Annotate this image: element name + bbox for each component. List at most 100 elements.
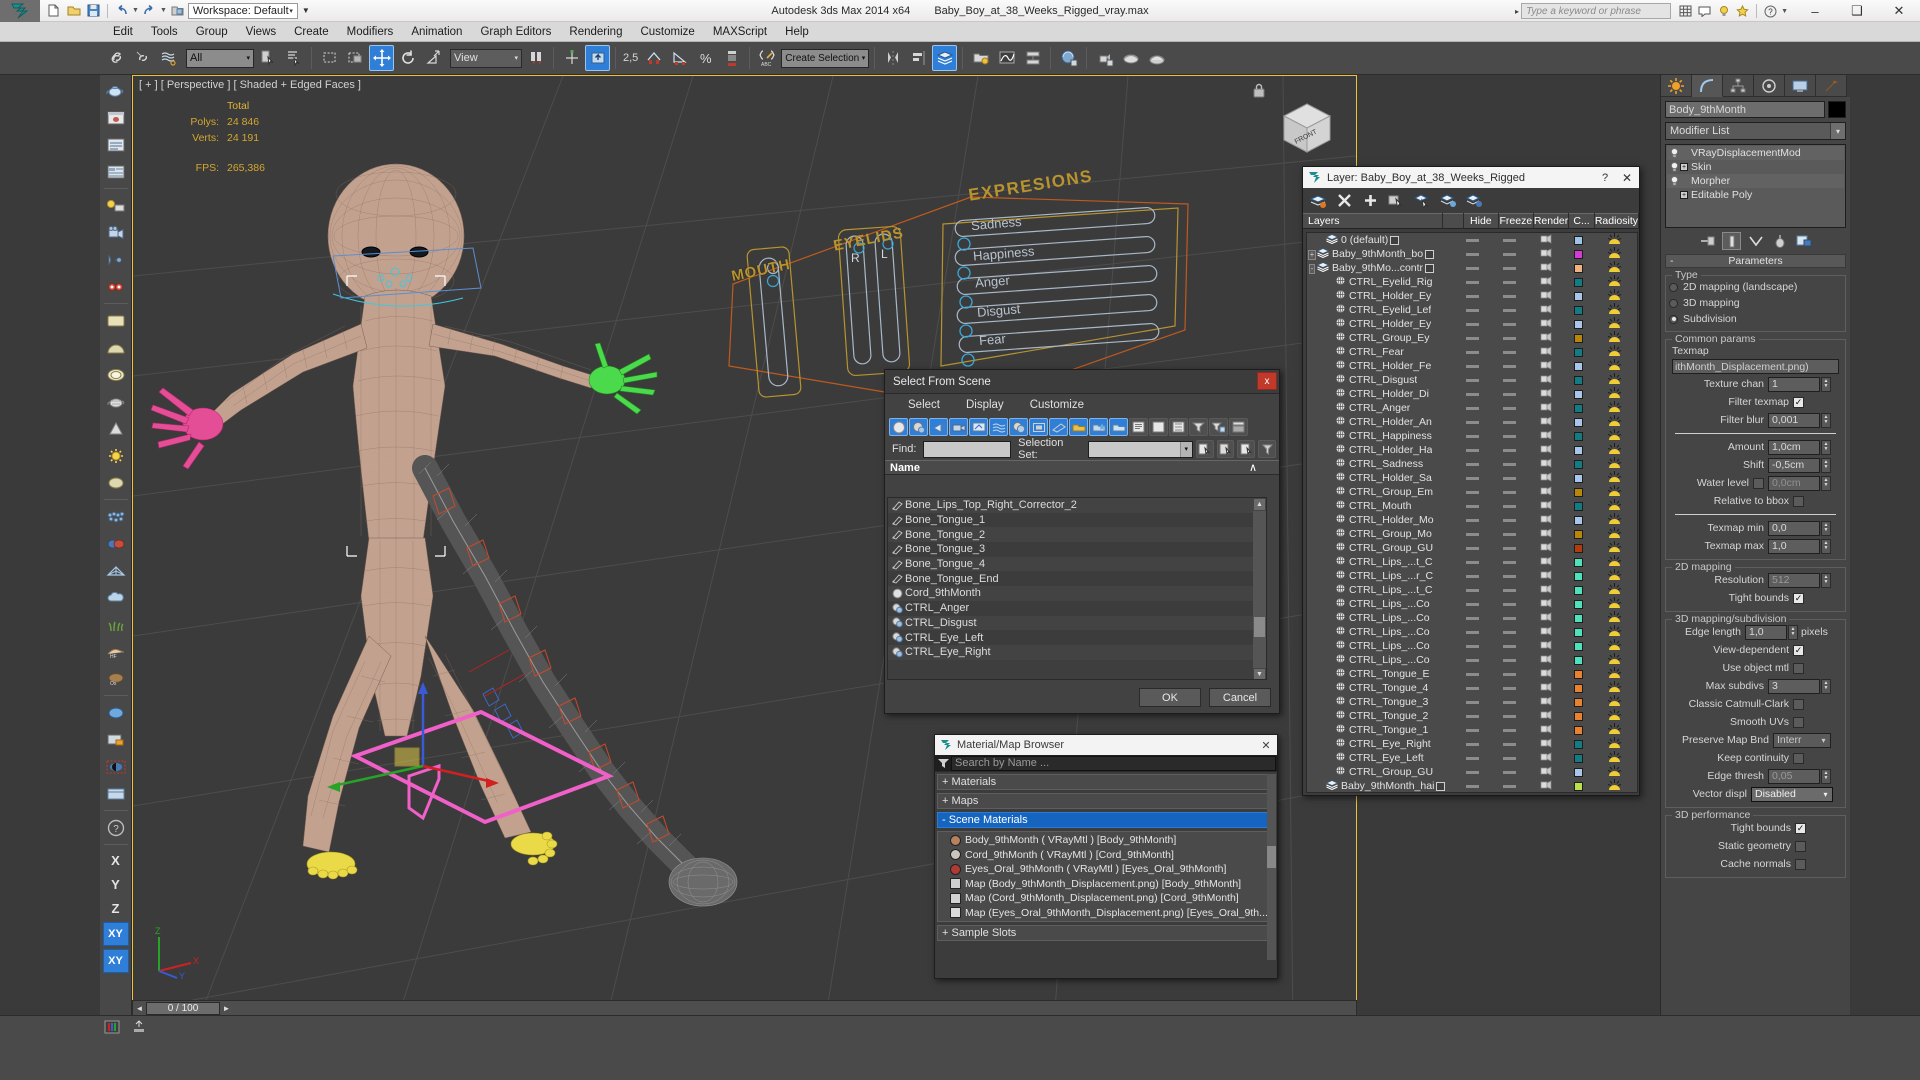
layer-radiosity-cell[interactable] — [1592, 582, 1637, 598]
type-option-row[interactable]: 2D mapping (landscape) — [1669, 280, 1842, 294]
sfs-list-item[interactable]: CTRL_Anger — [888, 600, 1266, 616]
layer-column-1[interactable] — [1443, 213, 1464, 229]
layer-hide-cell[interactable] — [1454, 336, 1491, 340]
filter-geometry-icon[interactable] — [889, 418, 908, 436]
layer-hide-cell[interactable] — [1454, 518, 1491, 522]
layer-hide-cell[interactable] — [1454, 504, 1491, 508]
layer-hide-cell[interactable] — [1454, 448, 1491, 452]
layer-hide-cell[interactable] — [1454, 392, 1491, 396]
layer-radiosity-cell[interactable] — [1592, 750, 1637, 766]
layer-expand-toggle[interactable]: - — [1307, 263, 1317, 274]
bulb-icon[interactable] — [1715, 3, 1732, 20]
layer-color-cell[interactable] — [1565, 459, 1592, 469]
cancel-button[interactable]: Cancel — [1209, 688, 1271, 707]
sfs-list-item[interactable]: Cord_9thMonth — [888, 586, 1266, 601]
mmb-material-item[interactable]: Eyes_Oral_9thMonth ( VRayMtl ) [Eyes_Ora… — [950, 862, 1273, 877]
layer-row[interactable]: CTRL_Holder_Ey — [1307, 288, 1637, 303]
layer-render-cell[interactable] — [1528, 233, 1565, 247]
layer-row[interactable]: CTRL_Tongue_4 — [1307, 680, 1637, 695]
layer-render-cell[interactable] — [1528, 583, 1565, 597]
layer-row[interactable]: CTRL_Lips_...Co — [1307, 610, 1637, 625]
layer-freeze-cell[interactable] — [1491, 574, 1528, 578]
layer-render-cell[interactable] — [1528, 653, 1565, 667]
scroll-up-icon[interactable]: ▲ — [1253, 498, 1266, 511]
spinner-snap-toggle-icon[interactable] — [719, 45, 744, 71]
make-unique-icon[interactable] — [1746, 232, 1765, 250]
layer-row[interactable]: CTRL_Lips_...Co — [1307, 596, 1637, 611]
modifier-stack-item[interactable]: + Skin — [1667, 160, 1844, 174]
rectangular-selection-region-icon[interactable] — [317, 45, 342, 71]
layer-hide-cell[interactable] — [1454, 658, 1491, 662]
layer-radiosity-cell[interactable] — [1592, 694, 1637, 710]
open-curve-editor-icon[interactable] — [100, 1017, 124, 1036]
layer-color-cell[interactable] — [1565, 263, 1592, 273]
layer-radiosity-cell[interactable] — [1592, 246, 1637, 262]
layer-freeze-cell[interactable] — [1491, 728, 1528, 732]
vray-sphere-icon[interactable] — [102, 699, 130, 726]
layer-color-cell[interactable] — [1565, 487, 1592, 497]
layer-color-cell[interactable] — [1565, 375, 1592, 385]
layer-render-cell[interactable] — [1528, 303, 1565, 317]
open-file-icon[interactable] — [64, 1, 83, 20]
layer-radiosity-cell[interactable] — [1592, 793, 1637, 794]
sfs-menu-select[interactable]: Select — [895, 394, 953, 416]
layer-freeze-cell[interactable] — [1491, 308, 1528, 312]
filter-lights-icon[interactable] — [929, 418, 948, 436]
layer-color-cell[interactable] — [1565, 669, 1592, 679]
layer-radiosity-cell[interactable] — [1592, 386, 1637, 402]
layer-radiosity-cell[interactable] — [1592, 442, 1637, 458]
tab-modify[interactable] — [1692, 75, 1723, 97]
layer-hide-cell[interactable] — [1454, 476, 1491, 480]
redo-icon[interactable] — [140, 1, 159, 20]
layer-color-cell[interactable] — [1565, 753, 1592, 763]
layer-render-cell[interactable] — [1528, 289, 1565, 303]
layer-render-cell[interactable] — [1528, 485, 1565, 499]
filter-funnel-icon[interactable] — [1189, 418, 1208, 436]
layer-row[interactable]: CTRL_Eye_Right — [1307, 736, 1637, 751]
menu-item-help[interactable]: Help — [776, 22, 818, 42]
layer-freeze-cell[interactable] — [1491, 644, 1528, 648]
layer-properties-icon[interactable] — [1464, 191, 1484, 211]
sfs-list-item[interactable]: CTRL_Eye_Left — [888, 630, 1266, 645]
edge-thresh-input[interactable]: 0,05 — [1768, 768, 1820, 784]
unlink-selection-icon[interactable] — [130, 45, 155, 71]
layer-color-cell[interactable] — [1565, 319, 1592, 329]
select-object-icon[interactable] — [255, 45, 280, 71]
mirror-icon[interactable] — [880, 45, 905, 71]
layer-close-button[interactable]: ✕ — [1615, 171, 1639, 185]
menu-item-maxscript[interactable]: MAXScript — [704, 22, 776, 42]
create-teapot-primitive-icon[interactable] — [102, 388, 130, 415]
align-icon[interactable] — [906, 45, 931, 71]
layer-freeze-cell[interactable] — [1491, 518, 1528, 522]
filter-shapes-icon[interactable] — [909, 418, 928, 436]
layer-color-cell[interactable] — [1565, 571, 1592, 581]
cache-normals-checkbox[interactable] — [1795, 858, 1806, 870]
layer-hide-cell[interactable] — [1454, 742, 1491, 746]
preserve-map-dropdown[interactable]: Interr ▾ — [1773, 732, 1831, 748]
layer-color-cell[interactable] — [1565, 249, 1592, 259]
radio-unselected-icon[interactable] — [1669, 282, 1678, 292]
type-option-row[interactable]: 3D mapping — [1669, 296, 1842, 310]
layer-freeze-cell[interactable] — [1491, 406, 1528, 410]
layer-render-cell[interactable] — [1528, 709, 1565, 723]
sfs-list-item[interactable]: Bone_Tongue_1 — [888, 512, 1266, 528]
layer-color-cell[interactable] — [1565, 347, 1592, 357]
create-camera-icon[interactable] — [102, 219, 130, 246]
layer-render-cell[interactable] — [1528, 415, 1565, 429]
layer-row[interactable]: Baby_9thMonth_hai — [1307, 778, 1637, 792]
layer-hide-cell[interactable] — [1454, 406, 1491, 410]
layer-radiosity-cell[interactable] — [1592, 554, 1637, 570]
angle-snap-toggle-icon[interactable] — [667, 45, 692, 71]
selection-set-combo[interactable]: ▾ — [1088, 440, 1193, 458]
layer-radiosity-cell[interactable] — [1592, 330, 1637, 346]
layer-hide-cell[interactable] — [1454, 672, 1491, 676]
layer-row[interactable]: CTRL_Lips_...Co — [1307, 624, 1637, 639]
layer-color-cell[interactable] — [1565, 361, 1592, 371]
layer-radiosity-cell[interactable] — [1592, 233, 1637, 248]
layer-hide-cell[interactable] — [1454, 728, 1491, 732]
light-bulb-icon[interactable] — [1669, 176, 1680, 186]
layer-color-cell[interactable] — [1565, 655, 1592, 665]
mmb-material-item[interactable]: Cord_9thMonth ( VRayMtl ) [Cord_9thMonth… — [950, 848, 1273, 863]
layer-render-cell[interactable] — [1528, 569, 1565, 583]
track-bar[interactable]: 0510152025303540455055606570758085909510… — [0, 1015, 1920, 1037]
